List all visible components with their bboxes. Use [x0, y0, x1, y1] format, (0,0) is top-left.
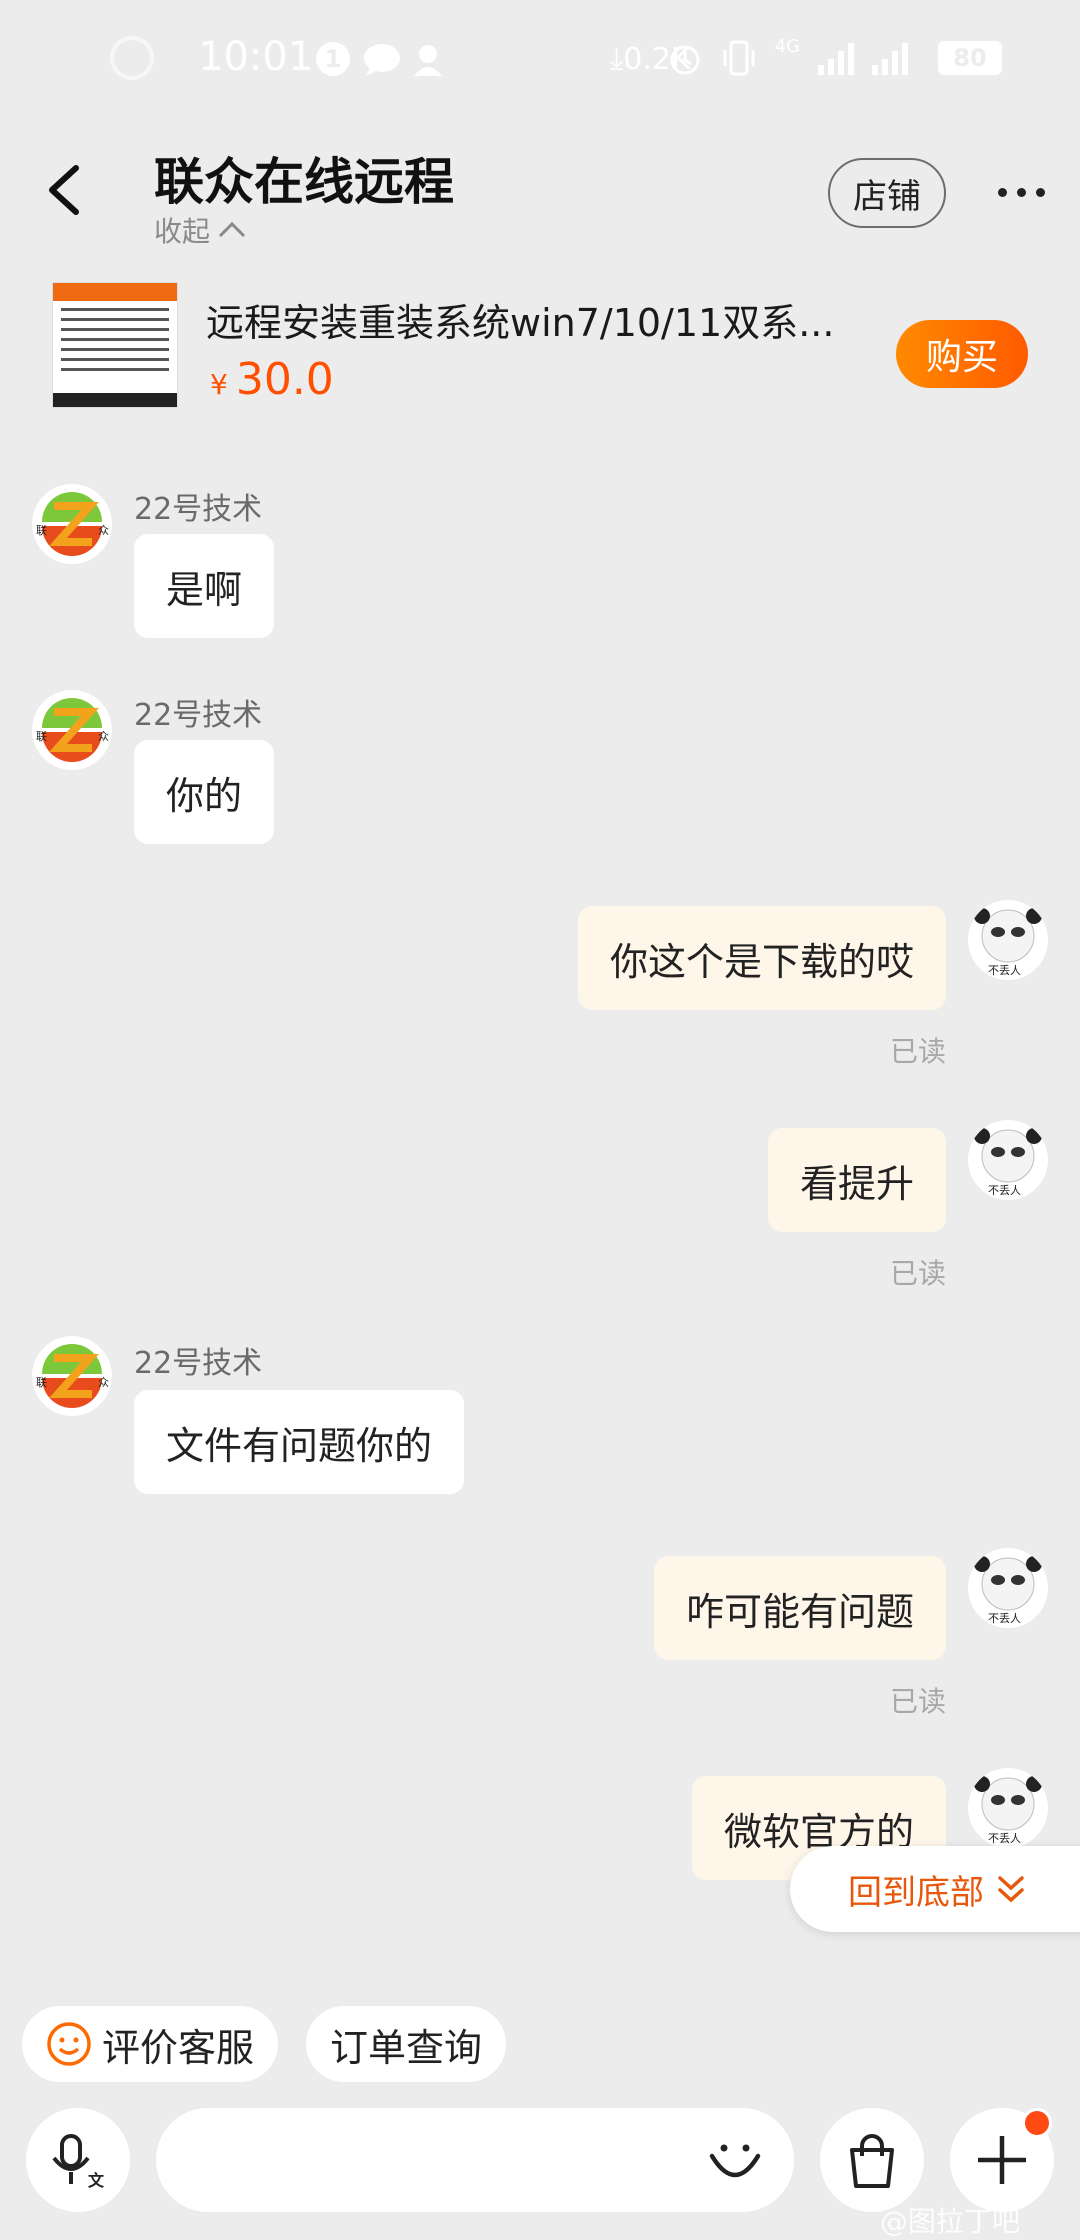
read-status: 已读: [889, 1257, 946, 1290]
back-arrow-icon[interactable]: [40, 160, 90, 220]
product-price: ¥30.0: [210, 354, 334, 405]
svg-text:众: 众: [98, 730, 109, 743]
rate-service-chip[interactable]: 评价客服: [22, 2006, 279, 2082]
message-bubble-outgoing[interactable]: 看提升: [767, 1128, 946, 1232]
product-title[interactable]: 远程安装重装系统win7/10/11双系...: [206, 292, 846, 347]
agent-logo-icon: 联众: [36, 1344, 109, 1408]
message-bubble-outgoing[interactable]: 你这个是下载的哎: [577, 906, 946, 1010]
product-thumbnail[interactable]: [52, 282, 178, 408]
message-input[interactable]: [156, 2108, 794, 2212]
shopping-bag-button[interactable]: [820, 2108, 924, 2212]
message-bubble-outgoing[interactable]: 咋可能有问题: [653, 1556, 946, 1660]
status-right-group: 4G 80: [667, 35, 1002, 78]
agent-avatar[interactable]: 联众: [32, 484, 112, 564]
double-chevron-down-icon: [998, 1876, 1024, 1903]
read-status: 已读: [889, 1685, 946, 1718]
svg-text:不丢人: 不丢人: [988, 964, 1021, 977]
alarm-icon: [670, 45, 700, 75]
smiley-icon: [47, 2022, 91, 2066]
notification-dot: [1022, 2108, 1052, 2138]
currency-symbol: ¥: [210, 368, 228, 401]
message-bubble-incoming[interactable]: 文件有问题你的: [134, 1390, 465, 1494]
user-avatar[interactable]: 不丢人: [968, 1120, 1048, 1200]
sender-name: 22号技术: [134, 1346, 263, 1381]
svg-text:文: 文: [88, 2171, 105, 2190]
order-query-label: 订单查询: [330, 2025, 483, 2070]
vibrate-icon: [723, 40, 755, 76]
watermark: @图拉丁吧: [880, 2205, 1021, 2238]
message-bubble-incoming[interactable]: 是啊: [134, 534, 275, 638]
panda-meme-icon: 不丢人: [974, 1128, 1042, 1197]
notification-count-badge: 1: [316, 42, 350, 76]
collapse-label: 收起: [154, 215, 211, 248]
chevron-up-icon: [218, 221, 246, 238]
panda-meme-icon: 不丢人: [974, 1776, 1042, 1845]
svg-text:众: 众: [98, 1376, 109, 1389]
contact-icon: [414, 45, 442, 76]
back-to-bottom-button[interactable]: 回到底部: [790, 1846, 1080, 1932]
svg-text:联: 联: [36, 730, 47, 743]
sender-name: 22号技术: [134, 492, 263, 527]
agent-logo-icon: 联众: [36, 698, 109, 762]
agent-logo-icon: 联众: [36, 492, 109, 556]
download-arrow-icon: ⤓: [610, 42, 624, 77]
agent-avatar[interactable]: 联众: [32, 690, 112, 770]
rate-service-label: 评价客服: [102, 2025, 255, 2070]
buy-button[interactable]: 购买: [896, 320, 1028, 388]
collapse-toggle[interactable]: 收起: [154, 210, 246, 250]
status-time: 10:01: [198, 34, 314, 80]
voice-input-button[interactable]: 文: [26, 2108, 130, 2212]
svg-text:不丢人: 不丢人: [988, 1184, 1021, 1197]
battery-indicator: 80: [938, 41, 1002, 75]
user-avatar[interactable]: 不丢人: [968, 900, 1048, 980]
svg-text:不丢人: 不丢人: [988, 1832, 1021, 1845]
svg-text:联: 联: [36, 1376, 47, 1389]
signal-2-icon: [872, 43, 908, 75]
signal-icon: [818, 43, 854, 75]
user-avatar[interactable]: 不丢人: [968, 1548, 1048, 1628]
svg-text:不丢人: 不丢人: [988, 1612, 1021, 1625]
sender-name: 22号技术: [134, 698, 263, 733]
agent-avatar[interactable]: 联众: [32, 1336, 112, 1416]
back-to-bottom-label: 回到底部: [848, 1872, 984, 1913]
message-bubble-incoming[interactable]: 你的: [134, 740, 275, 844]
read-status: 已读: [889, 1035, 946, 1068]
panda-meme-icon: 不丢人: [974, 908, 1042, 977]
shop-title: 联众在线远程: [154, 153, 454, 211]
status-circle-icon: [110, 36, 154, 80]
status-bar: 10:01 1 ⤓0.2K 4G 80: [0, 0, 1080, 120]
chat-bubble-icon: [364, 44, 400, 76]
more-options-icon[interactable]: [998, 188, 1045, 197]
mic-translate-icon: 文: [52, 2134, 105, 2190]
network-type: 4G: [774, 35, 800, 57]
order-query-chip[interactable]: 订单查询: [306, 2006, 507, 2082]
emoji-icon[interactable]: [706, 2132, 764, 2190]
shopping-bag-icon: [850, 2134, 894, 2188]
svg-text:联: 联: [36, 524, 47, 537]
plus-icon: [978, 2136, 1026, 2184]
svg-text:众: 众: [98, 524, 109, 537]
user-avatar[interactable]: 不丢人: [968, 1768, 1048, 1848]
shop-button[interactable]: 店铺: [828, 158, 946, 228]
panda-meme-icon: 不丢人: [974, 1556, 1042, 1625]
